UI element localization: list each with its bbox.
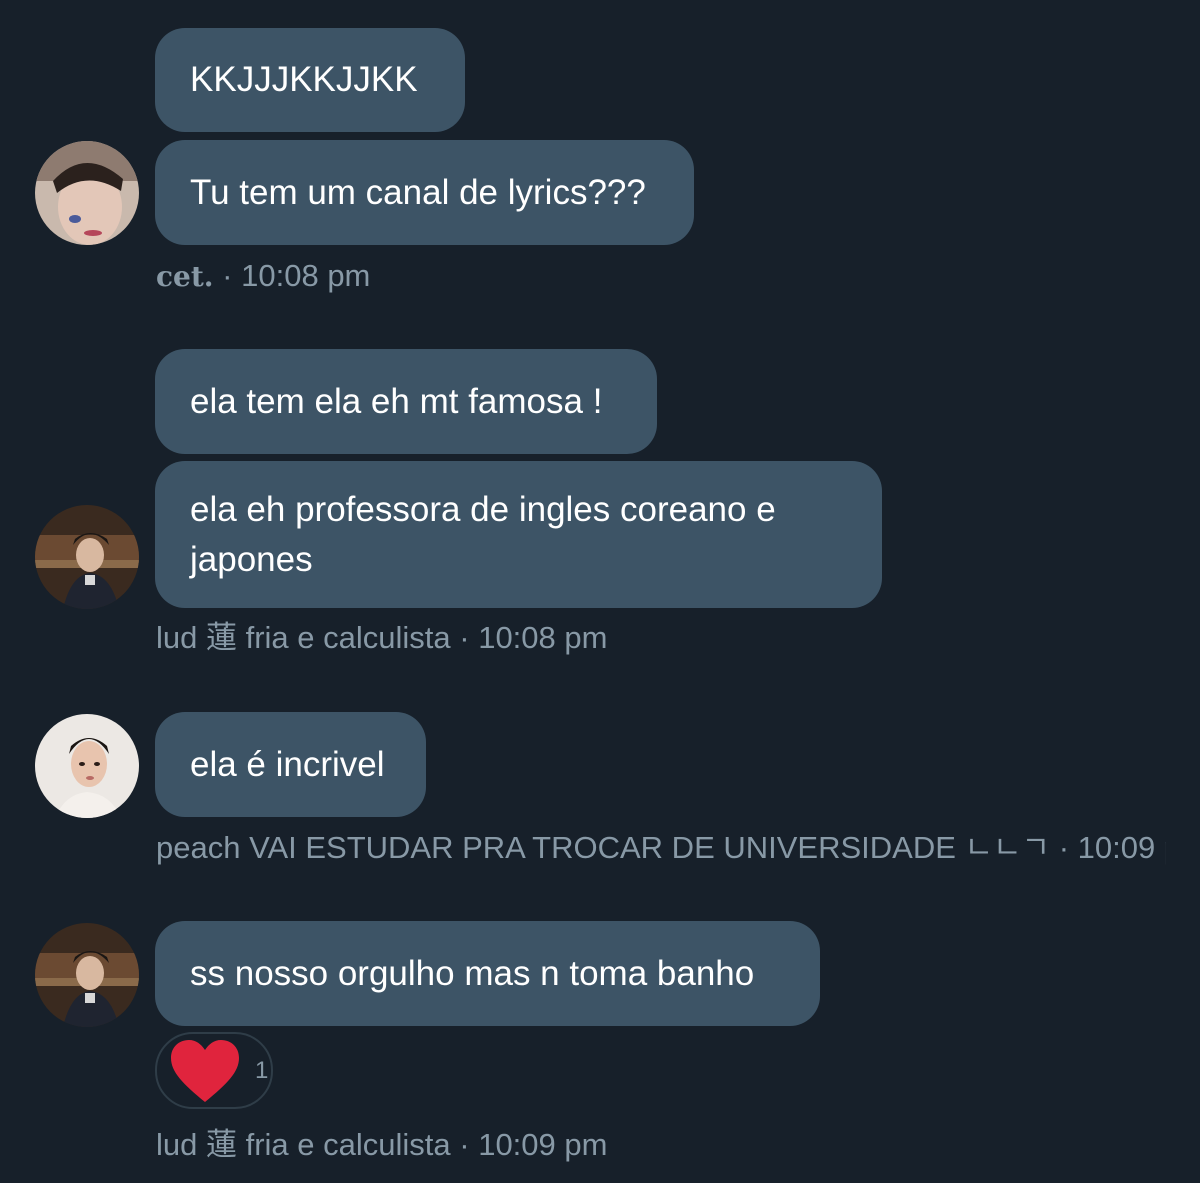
message-bubble[interactable]: KKJJJKKJJKK (155, 28, 465, 132)
sender-name[interactable]: lud 蓮 fria e calculista (156, 1127, 451, 1162)
heart-icon (171, 1039, 239, 1102)
reaction-pill[interactable]: 1 (155, 1032, 273, 1109)
message-text: ela tem ela eh mt famosa ! (190, 381, 603, 421)
message-text: ela eh professora de ingles coreano e ja… (190, 489, 786, 579)
message-bubble[interactable]: ela é incrivel (155, 712, 426, 817)
user-lud-avatar[interactable] (35, 505, 139, 609)
message-meta: lud 蓮 fria e calculista · 10:09 pm (156, 1127, 1166, 1163)
meta-separator: · (459, 1127, 470, 1162)
message-meta: lud 蓮 fria e calculista · 10:08 pm (156, 620, 1166, 656)
message-time: 10:08 pm (241, 258, 371, 293)
user-peach-avatar[interactable] (35, 714, 139, 818)
message-bubble[interactable]: ela tem ela eh mt famosa ! (155, 349, 657, 454)
message-meta: cet. · 10:08 pm (156, 258, 1166, 295)
sender-name[interactable]: cet. (156, 260, 214, 293)
message-text: Tu tem um canal de lyrics??? (190, 172, 646, 212)
user-lud-avatar[interactable] (35, 923, 139, 1027)
sender-name[interactable]: lud 蓮 fria e calculista (156, 620, 451, 655)
user-cet-avatar[interactable] (35, 141, 139, 245)
message-bubble[interactable]: ela eh professora de ingles coreano e ja… (155, 461, 882, 608)
message-time: 10:09 pm (1077, 830, 1166, 865)
meta-separator: · (459, 620, 470, 655)
message-meta: peach VAI ESTUDAR PRA TROCAR DE UNIVERSI… (156, 830, 1166, 866)
reaction-count: 1 (255, 1056, 269, 1084)
message-text: ela é incrivel (190, 744, 385, 784)
sender-name[interactable]: peach VAI ESTUDAR PRA TROCAR DE UNIVERSI… (156, 830, 1050, 865)
message-time: 10:08 pm (478, 620, 608, 655)
message-time: 10:09 pm (478, 1127, 608, 1162)
message-text: ss nosso orgulho mas n toma banho (190, 953, 755, 993)
message-bubble[interactable]: ss nosso orgulho mas n toma banho (155, 921, 820, 1026)
meta-separator: · (1058, 830, 1070, 865)
meta-separator: · (222, 258, 233, 293)
message-bubble[interactable]: Tu tem um canal de lyrics??? (155, 140, 694, 245)
message-text: KKJJJKKJJKK (190, 60, 418, 99)
